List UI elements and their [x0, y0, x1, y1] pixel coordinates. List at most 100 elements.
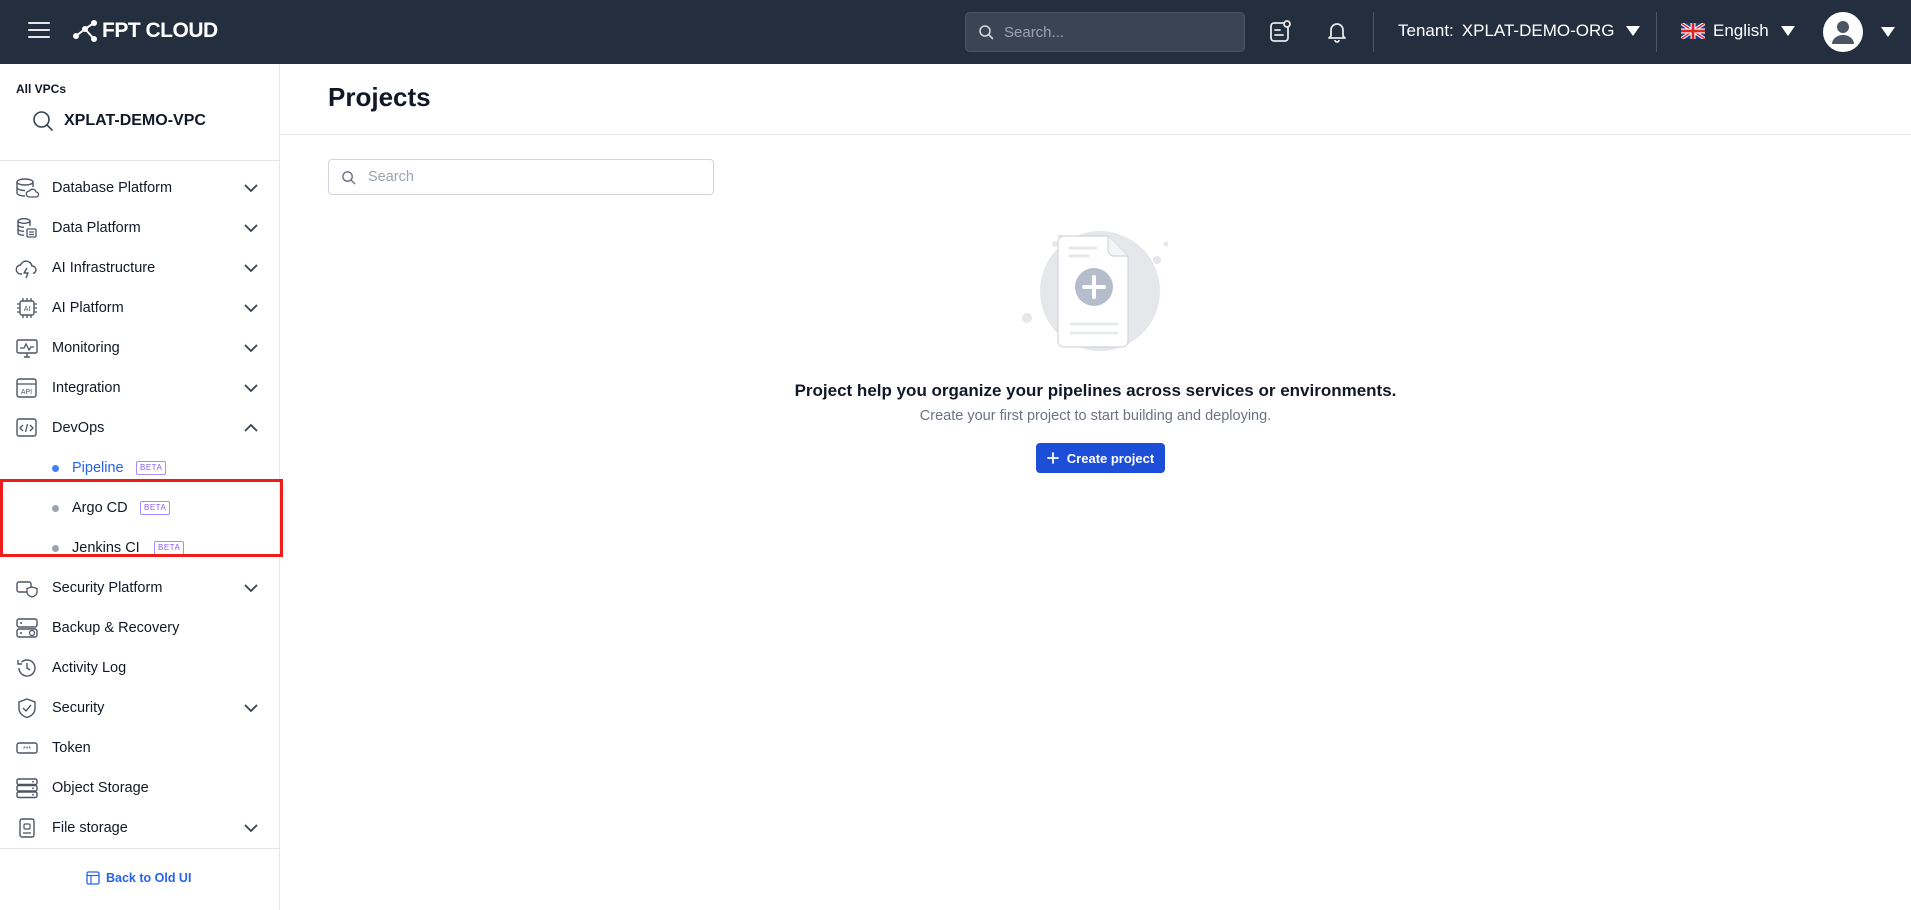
sidebar-item-label: AI Infrastructure [52, 260, 156, 276]
brand-name: FPT CLOUD [102, 19, 218, 42]
sidebar-item-label: File storage [52, 820, 128, 836]
active-dot [52, 465, 59, 472]
search-icon [979, 25, 994, 40]
sidebar-menu: Database Platform Data Platform AI Infra… [0, 168, 279, 848]
avatar-caret-down-icon[interactable] [1881, 27, 1895, 37]
menu-icon[interactable] [28, 22, 50, 40]
beta-badge: BETA [136, 461, 167, 475]
sidebar-divider [0, 160, 279, 161]
sidebar-item-ai-platform[interactable]: AI AI Platform [0, 288, 279, 328]
backup-server-icon [16, 618, 38, 638]
clock-history-icon [17, 659, 36, 677]
chevron-up-icon [244, 423, 258, 432]
chevron-down-icon [244, 264, 258, 273]
sidebar-subitem-label: Argo CD [72, 500, 128, 516]
plus-icon [1046, 452, 1059, 464]
sidebar-item-security[interactable]: Security [0, 688, 279, 728]
shield-cloud-icon [16, 581, 38, 598]
fpt-logo-icon [73, 20, 97, 42]
sidebar-item-database-platform[interactable]: Database Platform [0, 168, 279, 208]
svg-text:***: *** [23, 746, 31, 753]
chevron-down-icon [244, 584, 258, 593]
sidebar-item-label: Object Storage [52, 780, 149, 796]
sidebar-item-security-platform[interactable]: Security Platform [0, 568, 279, 608]
sidebar-item-label: Backup & Recovery [52, 620, 180, 636]
brand-logo[interactable]: FPT CLOUD [72, 19, 218, 43]
sidebar-subitem-jenkins-ci[interactable]: Jenkins CI BETA [0, 528, 279, 568]
chevron-down-icon [244, 824, 258, 833]
sidebar-item-label: Security Platform [52, 580, 163, 596]
cloud-bolt-icon [15, 260, 37, 279]
project-search-box[interactable] [328, 159, 714, 195]
avatar[interactable] [1823, 12, 1863, 52]
sidebar-item-label: Data Platform [52, 220, 141, 236]
search-icon [33, 111, 53, 131]
sidebar-item-object-storage[interactable]: Object Storage [0, 768, 279, 808]
sidebar-item-data-platform[interactable]: Data Platform [0, 208, 279, 248]
database-cloud-icon [16, 178, 39, 198]
sidebar-item-label: AI Platform [52, 300, 124, 316]
header-divider [1656, 12, 1657, 52]
release-notes-icon[interactable] [1268, 18, 1294, 44]
project-search-input[interactable] [368, 169, 698, 185]
monitor-chart-icon [16, 339, 38, 358]
top-navigation-bar: FPT CLOUD Tenant: XPLAT-DEMO-ORG Eng [0, 0, 1911, 64]
back-to-old-ui-link[interactable]: Back to Old UI [86, 871, 191, 885]
sidebar-subitem-argo-cd[interactable]: Argo CD BETA [0, 488, 279, 528]
empty-state-illustration [1022, 231, 1168, 351]
bell-icon[interactable] [1324, 18, 1350, 44]
back-to-old-ui-label: Back to Old UI [106, 871, 192, 885]
vpc-name: XPLAT-DEMO-VPC [64, 112, 206, 129]
sidebar-item-label: Database Platform [52, 180, 173, 196]
sidebar-item-monitoring[interactable]: Monitoring [0, 328, 279, 368]
sidebar-item-file-storage[interactable]: File storage [0, 808, 279, 848]
global-search-box[interactable] [965, 12, 1245, 52]
sidebar: All VPCs XPLAT-DEMO-VPC Database Platfor… [0, 64, 283, 910]
ai-chip-icon: AI [17, 298, 37, 318]
empty-state-title: Project help you organize your pipelines… [794, 381, 1397, 400]
beta-badge: BETA [154, 541, 185, 555]
svg-text:API: API [21, 389, 32, 396]
title-divider [280, 134, 1911, 135]
sidebar-item-label: Integration [52, 380, 121, 396]
header-divider [1373, 12, 1374, 52]
sidebar-item-label: Monitoring [52, 340, 120, 356]
code-window-icon [16, 418, 37, 437]
layout-icon [86, 871, 100, 885]
chevron-down-icon [244, 224, 258, 233]
uk-flag-icon [1681, 23, 1705, 39]
global-search-input[interactable] [1004, 23, 1224, 41]
language-label: English [1713, 21, 1769, 40]
create-project-label: Create project [1066, 450, 1155, 466]
sidebar-subitem-label: Pipeline [72, 460, 124, 476]
vpc-selector[interactable]: XPLAT-DEMO-VPC [32, 110, 206, 132]
inactive-dot [52, 505, 59, 512]
language-selector[interactable]: English [1681, 21, 1795, 41]
sidebar-item-ai-infrastructure[interactable]: AI Infrastructure [0, 248, 279, 288]
tenant-selector[interactable]: Tenant: XPLAT-DEMO-ORG [1398, 21, 1641, 41]
tenant-label: Tenant: [1398, 21, 1454, 40]
sidebar-footer-divider [0, 848, 279, 849]
empty-state-subtitle: Create your first project to start build… [919, 408, 1272, 424]
sidebar-subitem-pipeline[interactable]: Pipeline BETA [0, 448, 279, 488]
page-title: Projects [328, 82, 431, 112]
chevron-down-icon [244, 344, 258, 353]
data-stack-icon [17, 218, 37, 238]
user-avatar-icon [1832, 21, 1854, 44]
sidebar-item-integration[interactable]: API Integration [0, 368, 279, 408]
vpc-label: All VPCs [16, 82, 67, 96]
chevron-down-icon [244, 384, 258, 393]
file-storage-icon [19, 818, 35, 838]
main-content: Projects Project help you organize your … [280, 64, 1911, 910]
chevron-down-icon [244, 304, 258, 313]
sidebar-item-activity-log[interactable]: Activity Log [0, 648, 279, 688]
sidebar-item-devops[interactable]: DevOps [0, 408, 279, 448]
search-icon [342, 170, 356, 184]
chevron-down-icon [244, 704, 258, 713]
create-project-button[interactable]: Create project [1036, 443, 1165, 473]
sidebar-item-label: Security [52, 700, 105, 716]
sidebar-item-backup-recovery[interactable]: Backup & Recovery [0, 608, 279, 648]
storage-server-icon [16, 778, 38, 799]
tenant-value: XPLAT-DEMO-ORG [1461, 21, 1615, 40]
sidebar-item-token[interactable]: *** Token [0, 728, 279, 768]
